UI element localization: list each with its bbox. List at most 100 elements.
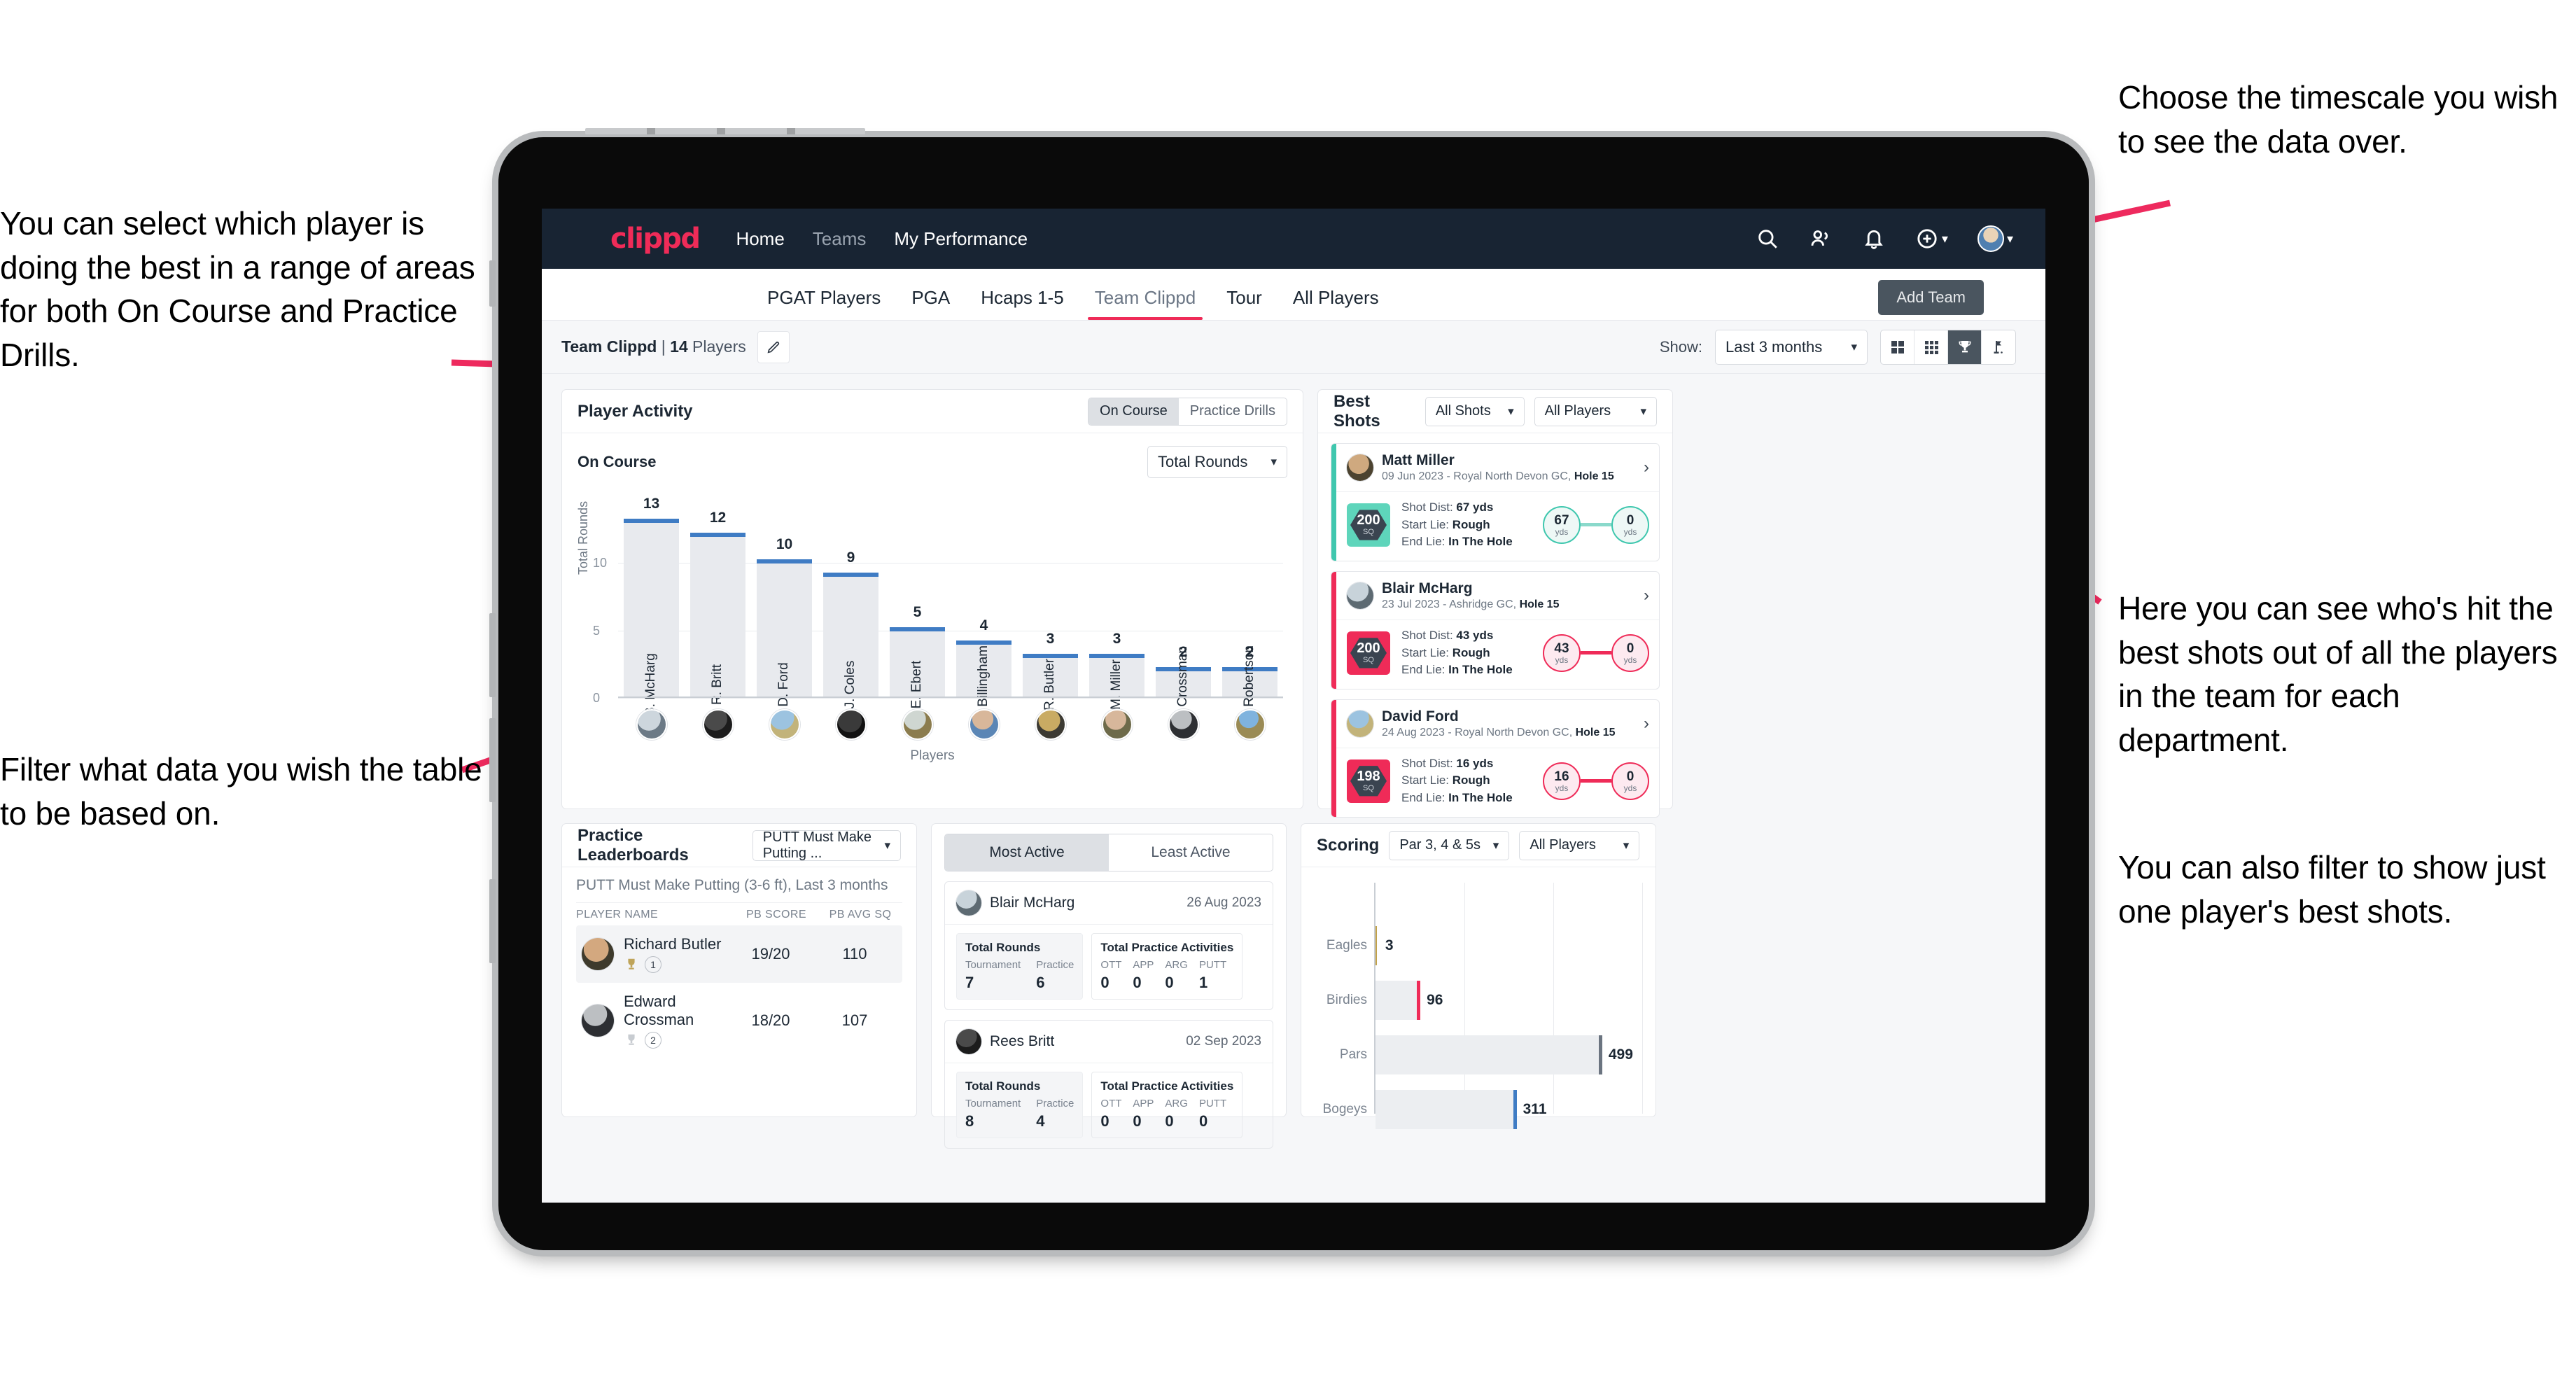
tab-team-clippd[interactable]: Team Clippd <box>1079 287 1212 320</box>
drill-subtitle: PUTT Must Make Putting (3-6 ft), Last 3 … <box>576 877 902 902</box>
add-team-button[interactable]: Add Team <box>1878 280 1984 315</box>
scoring-header: Scoring Par 3, 4 & 5s ▾ All Players ▾ <box>1301 824 1656 867</box>
scoring-player-filter[interactable]: All Players ▾ <box>1519 830 1640 860</box>
avatar[interactable] <box>636 709 667 740</box>
practice-value-putt: 1 <box>1198 974 1208 991</box>
pb-score: 19/20 <box>751 945 790 962</box>
best-shots-player-filter[interactable]: All Players ▾ <box>1534 396 1657 426</box>
avatar[interactable] <box>1168 709 1199 740</box>
bar-value: 13 <box>643 496 660 512</box>
scoring-title: Scoring <box>1317 835 1380 855</box>
bar-cell: 2 E. Crossman <box>1150 509 1217 723</box>
tab-least-active[interactable]: Least Active <box>1109 834 1273 871</box>
people-icon[interactable] <box>1809 227 1833 251</box>
bar-value: 9 <box>846 550 855 566</box>
avatar[interactable] <box>702 709 734 740</box>
chevron-right-icon[interactable]: › <box>1644 714 1649 734</box>
bell-icon[interactable] <box>1862 227 1886 251</box>
end-lie-value: In The Hole <box>1448 791 1513 805</box>
flag-icon <box>1994 340 2003 354</box>
best-shots-header: Best Shots All Shots ▾ All Players ▾ <box>1318 390 1672 433</box>
view-grid-3x3-button[interactable] <box>1914 330 1948 364</box>
start-lie-label: Start Lie: <box>1401 774 1452 788</box>
tab-tour[interactable]: Tour <box>1211 287 1278 320</box>
start-lie-value: Rough <box>1452 517 1490 531</box>
active-player-header: Rees Britt 02 Sep 2023 <box>945 1021 1273 1063</box>
practice-value-app: 0 <box>1133 1112 1142 1130</box>
toggle-on-course[interactable]: On Course <box>1088 398 1179 425</box>
tab-most-active[interactable]: Most Active <box>945 834 1109 871</box>
drill-select[interactable]: PUTT Must Make Putting ... ▾ <box>752 830 901 861</box>
metric-select[interactable]: Total Rounds ▾ <box>1147 446 1287 478</box>
avatar <box>956 890 981 916</box>
scoring-value-birdies: 96 <box>1427 992 1443 1008</box>
shot-meta: 09 Jun 2023 - Royal North Devon GC, Hole… <box>1382 470 1614 483</box>
chevron-down-icon-profile[interactable]: ▾ <box>2007 232 2013 246</box>
clippd-logo[interactable]: clippd <box>610 223 701 255</box>
practice-activities-box: Total Practice Activities OTT 0 APP 0 ARG 0… <box>1091 1072 1243 1138</box>
main-nav: Home Teams My Performance <box>736 228 1028 250</box>
timescale-select[interactable]: Last 3 months ▾ <box>1715 329 1868 365</box>
avatar[interactable] <box>1101 709 1133 740</box>
chevron-right-icon[interactable]: › <box>1644 458 1649 477</box>
active-player-card[interactable]: Rees Britt 02 Sep 2023 Total Rounds Tour… <box>944 1020 1273 1149</box>
tab-all-players[interactable]: All Players <box>1278 287 1394 320</box>
practice-col-app: APP <box>1133 1098 1154 1110</box>
nav-link-teams[interactable]: Teams <box>813 228 867 250</box>
shot-score: 200 <box>1357 512 1380 528</box>
table-row[interactable]: Edward Crossman 2 18/20 107 <box>576 983 902 1058</box>
screenshot-stage: You can select which player is doing the… <box>0 0 2576 1386</box>
tab-hcaps-1-5[interactable]: Hcaps 1-5 <box>965 287 1079 320</box>
plus-circle-icon[interactable] <box>1915 227 1939 251</box>
best-shot-item[interactable]: Matt Miller 09 Jun 2023 - Royal North De… <box>1331 443 1660 561</box>
view-grid-2x2-button[interactable] <box>1881 330 1914 364</box>
practice-leaderboards-header: Practice Leaderboards PUTT Must Make Put… <box>562 824 916 867</box>
nav-link-home[interactable]: Home <box>736 228 784 250</box>
table-row[interactable]: Richard Butler 1 19/20 110 <box>576 925 902 983</box>
shot-hole: Hole 15 <box>1574 470 1614 482</box>
chevron-down-icon-add[interactable]: ▾ <box>1942 232 1948 246</box>
best-shots-shot-filter[interactable]: All Shots ▾ <box>1424 396 1525 426</box>
chevron-right-icon[interactable]: › <box>1644 586 1649 606</box>
shot-hole: Hole 15 <box>1519 598 1560 610</box>
team-separator: | <box>657 337 671 356</box>
tab-pga[interactable]: PGA <box>896 287 965 320</box>
annotation-filter-data: Filter what data you wish the table to b… <box>0 751 482 832</box>
shot-body: 200 SQ Shot Dist: 43 yds Start Lie: Roug… <box>1331 619 1659 689</box>
team-toolbar: Team Clippd | 14 Players Show: Last 3 mo… <box>542 321 2045 374</box>
best-shot-item[interactable]: David Ford 24 Aug 2023 - Royal North Dev… <box>1331 699 1660 818</box>
bar-cell: 10 D. Ford <box>751 509 818 707</box>
view-trophy-button[interactable] <box>1948 330 1982 364</box>
bar-cell: 9 J. Coles <box>818 509 884 708</box>
toggle-practice-drills[interactable]: Practice Drills <box>1179 398 1287 425</box>
timescale-value: Last 3 months <box>1726 337 1823 356</box>
scoring-value-pars: 499 <box>1608 1046 1633 1063</box>
tab-pgat-players[interactable]: PGAT Players <box>752 287 896 320</box>
player-activity-body: On Course Total Rounds ▾ Total Rounds 10… <box>562 433 1303 778</box>
trophy-icon <box>628 958 635 969</box>
best-shots-card: Best Shots All Shots ▾ All Players ▾ Mat… <box>1317 389 1673 818</box>
edit-team-button[interactable] <box>757 330 790 363</box>
bar-label: R. Butler <box>1042 659 1058 710</box>
avatar[interactable] <box>968 709 1000 740</box>
bar-cell: 2 C. Robertson <box>1217 509 1283 724</box>
shot-player-name: David Ford <box>1382 708 1459 724</box>
practice-col-ott: OTT <box>1100 1098 1122 1110</box>
scoring-par-filter[interactable]: Par 3, 4 & 5s ▾ <box>1389 830 1510 860</box>
avatar[interactable] <box>1977 225 2004 252</box>
practice-col-putt: PUTT <box>1198 1098 1227 1110</box>
avatar[interactable] <box>769 709 800 740</box>
avatar[interactable] <box>1035 709 1066 740</box>
shot-filter-value: All Shots <box>1435 403 1491 419</box>
view-flag-button[interactable] <box>1982 330 2015 364</box>
avatar[interactable] <box>902 709 933 740</box>
active-player-card[interactable]: Blair McHarg 26 Aug 2023 Total Rounds To… <box>944 881 1273 1010</box>
avatar[interactable] <box>1234 709 1266 740</box>
nav-link-my-performance[interactable]: My Performance <box>894 228 1028 250</box>
best-shot-item[interactable]: Blair McHarg 23 Jul 2023 - Ashridge GC, … <box>1331 570 1660 690</box>
col-player-name: PLAYER NAME <box>576 909 659 920</box>
scoring-value-bogeys: 311 <box>1522 1101 1547 1117</box>
scoring-bar-birdies: 96 <box>1376 981 1443 1020</box>
search-icon[interactable] <box>1756 227 1779 251</box>
avatar[interactable] <box>835 709 867 740</box>
